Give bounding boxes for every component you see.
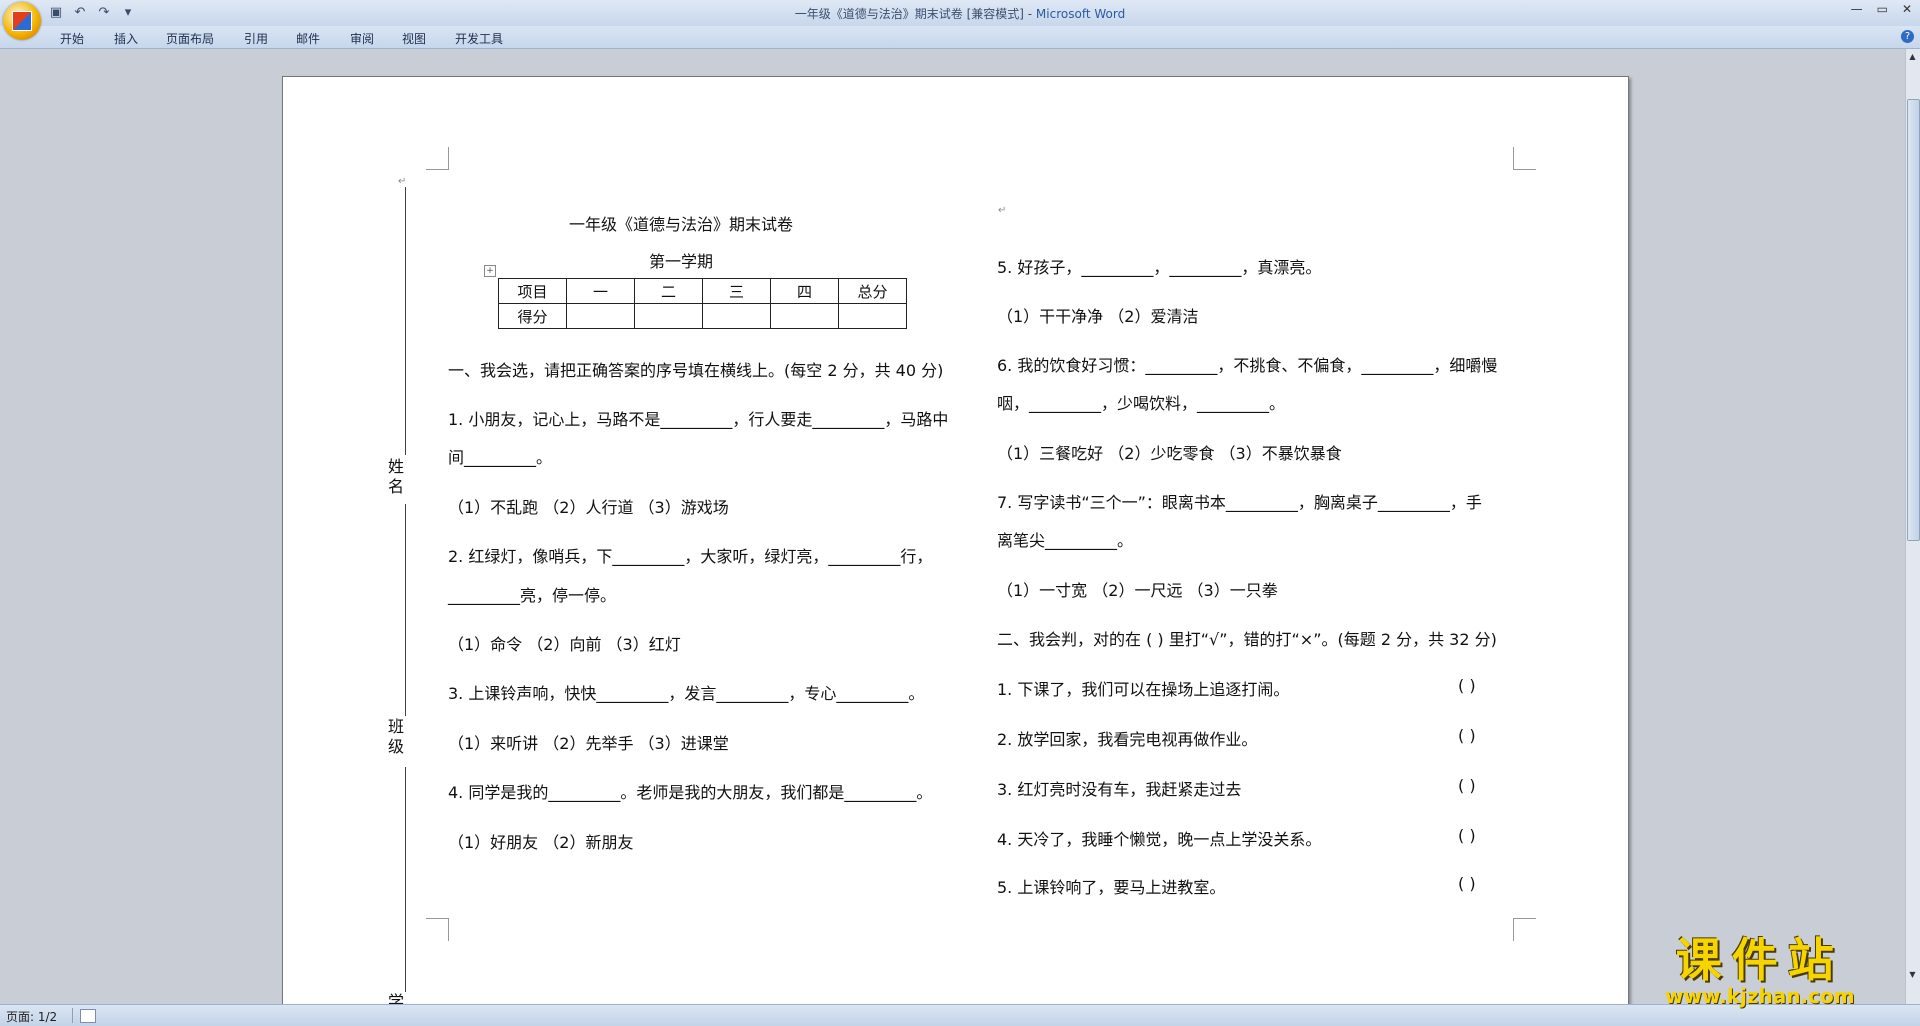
tab-mailings[interactable]: 邮件 <box>296 30 320 47</box>
binding-label-name: 姓名 <box>387 457 404 496</box>
tab-view[interactable]: 视图 <box>402 30 426 47</box>
table-cell[interactable] <box>702 303 771 329</box>
question-line: 5. 好孩子，_________，_________，真漂亮。 <box>997 258 1322 277</box>
document-page[interactable]: ↵ 姓名 班级 学校 一年级《道德与法治》期末试卷 第一学期 + 项目 一 二 … <box>282 76 1629 1004</box>
table-cell[interactable]: 得分 <box>498 303 567 329</box>
options-line: （1）不乱跑 （2）人行道 （3）游戏场 <box>448 498 729 517</box>
app-name: Microsoft Word <box>1035 7 1126 21</box>
margin-corner-mark <box>426 147 449 170</box>
tab-review[interactable]: 审阅 <box>350 30 374 47</box>
site-watermark: 课件站 www.kjzhan.com <box>1665 924 1855 1008</box>
judge-question: 2. 放学回家，我看完电视再做作业。 <box>997 730 1258 749</box>
document-area: ↵ 姓名 班级 学校 一年级《道德与法治》期末试卷 第一学期 + 项目 一 二 … <box>0 49 1906 1004</box>
watermark-url: www.kjzhan.com <box>1665 984 1855 1008</box>
section-one-heading: 一、我会选，请把正确答案的序号填在横线上。(每空 2 分，共 40 分) <box>448 361 944 380</box>
binding-line <box>405 767 406 992</box>
document-name: 一年级《道德与法治》期末试卷 [兼容模式] - <box>794 7 1036 21</box>
help-icon[interactable]: ? <box>1901 30 1914 43</box>
question-line: 咽，_________，少喝饮料，_________。 <box>997 394 1286 413</box>
maximize-icon[interactable]: ▭ <box>1877 2 1888 16</box>
scroll-down-icon[interactable]: ▼ <box>1907 969 1918 981</box>
question-line: 离笔尖_________。 <box>997 531 1134 550</box>
question-line: 间_________。 <box>448 448 553 467</box>
scrollbar-thumb[interactable] <box>1907 99 1920 541</box>
ribbon-tabs: 开始 插入 页面布局 引用 邮件 审阅 视图 开发工具 ? <box>0 26 1920 49</box>
table-cell[interactable] <box>838 303 907 329</box>
judge-question: 1. 下课了，我们可以在操场上追逐打闹。 <box>997 680 1290 699</box>
table-cell[interactable] <box>566 303 635 329</box>
question-line: 1. 小朋友，记心上，马路不是_________，行人要走_________，马… <box>448 410 949 429</box>
question-line: 2. 红绿灯，像哨兵，下_________，大家听，绿灯亮，_________行… <box>448 547 933 566</box>
table-cell[interactable]: 二 <box>634 278 703 304</box>
table-cell[interactable]: 项目 <box>498 278 567 304</box>
scroll-up-icon[interactable]: ▲ <box>1907 51 1918 63</box>
table-cell[interactable] <box>770 303 839 329</box>
margin-corner-mark <box>1513 147 1536 170</box>
binding-label-school: 学校 <box>387 992 404 1004</box>
judge-question: 4. 天冷了，我睡个懒觉，晚一点上学没关系。 <box>997 830 1322 849</box>
watermark-brand: 课件站 <box>1675 933 1844 987</box>
table-cell[interactable]: 一 <box>566 278 635 304</box>
paragraph-mark: ↵ <box>398 176 407 187</box>
answer-parentheses: ( ) <box>1458 874 1476 893</box>
options-line: （1）好朋友 （2）新朋友 <box>448 833 634 852</box>
answer-parentheses: ( ) <box>1458 726 1476 745</box>
office-button[interactable] <box>3 2 41 40</box>
judge-question: 3. 红灯亮时没有车，我赶紧走过去 <box>997 780 1242 799</box>
table-row: 得分 <box>498 303 907 329</box>
question-line: 3. 上课铃声响，快快_________，发言_________，专心_____… <box>448 684 925 703</box>
binding-line <box>405 504 406 716</box>
status-separator <box>72 1008 73 1023</box>
tab-references[interactable]: 引用 <box>244 30 268 47</box>
options-line: （1）命令 （2）向前 （3）红灯 <box>448 635 681 654</box>
window-title: 一年级《道德与法治》期末试卷 [兼容模式] - Microsoft Word <box>0 5 1920 22</box>
answer-parentheses: ( ) <box>1458 826 1476 845</box>
question-line: 7. 写字读书“三个一”：眼离书本_________，胸离桌子_________… <box>997 493 1482 512</box>
exam-subtitle: 第一学期 <box>648 252 713 271</box>
proofing-icon[interactable] <box>80 1009 96 1023</box>
exam-title: 一年级《道德与法治》期末试卷 <box>568 215 793 234</box>
close-icon[interactable]: ✕ <box>1902 2 1912 16</box>
office-logo-icon <box>12 11 32 31</box>
binding-label-class: 班级 <box>387 717 404 756</box>
question-line: 6. 我的饮食好习惯：_________，不挑食、不偏食，_________，细… <box>997 356 1498 375</box>
section-two-heading: 二、我会判，对的在 ( ) 里打“√”，错的打“×”。(每题 2 分，共 32 … <box>997 630 1497 649</box>
binding-line <box>405 187 406 455</box>
status-bar: 页面: 1/2 <box>0 1004 1920 1026</box>
margin-corner-mark <box>426 918 449 941</box>
tab-page-layout[interactable]: 页面布局 <box>166 30 214 47</box>
page-count[interactable]: 页面: 1/2 <box>6 1008 57 1025</box>
answer-parentheses: ( ) <box>1458 776 1476 795</box>
table-cell[interactable]: 总分 <box>838 278 907 304</box>
table-cell[interactable]: 三 <box>702 278 771 304</box>
window-controls: — ▭ ✕ <box>1851 2 1912 16</box>
table-cell[interactable]: 四 <box>770 278 839 304</box>
score-table: 项目 一 二 三 四 总分 得分 <box>498 278 907 329</box>
options-line: （1）三餐吃好 （2）少吃零食 （3）不暴饮暴食 <box>997 444 1342 463</box>
judge-question: 5. 上课铃响了，要马上进教室。 <box>997 878 1226 897</box>
options-line: （1）来听讲 （2）先举手 （3）进课堂 <box>448 734 729 753</box>
vertical-scrollbar[interactable]: ▲ ▼ <box>1905 49 1920 1004</box>
table-move-handle-icon[interactable]: + <box>484 265 496 277</box>
tab-home[interactable]: 开始 <box>60 30 84 47</box>
question-line: _________亮，停一停。 <box>448 586 617 605</box>
table-row: 项目 一 二 三 四 总分 <box>498 278 907 304</box>
question-line: 4. 同学是我的_________。老师是我的大朋友，我们都是_________… <box>448 783 933 802</box>
answer-parentheses: ( ) <box>1458 676 1476 695</box>
title-bar: ▣ ↶ ↷ ▾ 一年级《道德与法治》期末试卷 [兼容模式] - Microsof… <box>0 0 1920 40</box>
tab-developer[interactable]: 开发工具 <box>455 30 503 47</box>
tab-insert[interactable]: 插入 <box>114 30 138 47</box>
minimize-icon[interactable]: — <box>1851 2 1863 16</box>
options-line: （1）干干净净 （2）爱清洁 <box>997 307 1199 326</box>
paragraph-mark: ↵ <box>998 205 1007 216</box>
options-line: （1）一寸宽 （2）一尺远 （3）一只拳 <box>997 581 1278 600</box>
margin-corner-mark <box>1513 918 1536 941</box>
table-cell[interactable] <box>634 303 703 329</box>
